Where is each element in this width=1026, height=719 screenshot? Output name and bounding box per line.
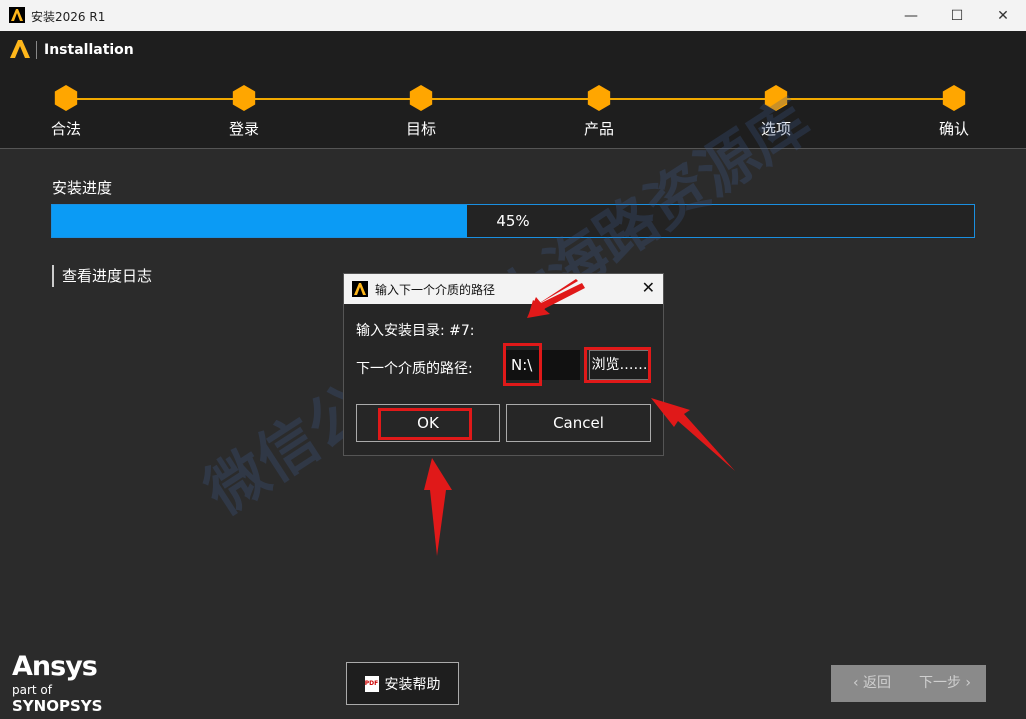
close-window-button[interactable]: ✕ [980,0,1026,31]
steps-track [65,98,954,100]
dialog-close-button[interactable]: ✕ [642,278,655,297]
app-header: Installation 合法 登录 目标 产品 选项 确认 [0,31,1026,148]
step-confirm: 确认 [919,85,989,139]
chevron-left-icon: ‹ [852,675,864,691]
step-hexagon-icon [587,85,611,111]
window-titlebar: 安装2026 R1 — ☐ ✕ [0,0,1026,31]
media-path-label: 下一个介质的路径: [356,361,473,377]
ansys-brand: Ansys part of SYNOPSYS [12,651,112,716]
path-highlight-box [503,343,542,386]
ansys-logo-icon [10,40,30,58]
synopsys-wordmark: part of SYNOPSYS [12,683,103,715]
progress-text: 45% [496,212,530,230]
maximize-icon: ☐ [950,7,964,24]
install-help-button[interactable]: PDF 安装帮助 [346,662,459,705]
window-title: 安装2026 R1 [31,10,106,24]
step-options: 选项 [741,85,811,139]
back-button[interactable]: ‹ 返回 [831,665,913,702]
step-login: 登录 [209,85,279,139]
ansys-logo-icon [9,7,25,23]
dialog-title: 输入下一个介质的路径 [375,283,496,297]
install-help-label: 安装帮助 [384,676,441,693]
browse-highlight-box [584,347,651,383]
step-target: 目标 [386,85,456,139]
step-hexagon-icon [54,85,78,111]
chevron-right-icon: › [960,675,972,691]
step-products: 产品 [564,85,634,139]
ansys-wordmark: Ansys [12,651,98,682]
step-hexagon-icon [942,85,966,111]
next-button[interactable]: 下一步 › [904,665,986,702]
progress-bar: 45% [51,204,975,238]
minimize-button[interactable]: — [888,0,934,31]
step-legal: 合法 [31,85,101,139]
dialog-titlebar: 输入下一个介质的路径 ✕ [344,274,663,304]
maximize-button[interactable]: ☐ [934,0,980,31]
close-icon: ✕ [997,7,1009,24]
ansys-logo-icon [352,281,368,297]
minimize-icon: — [904,7,918,24]
ok-highlight-box [378,408,472,440]
cancel-button[interactable]: Cancel [506,404,651,442]
progress-label: 安装进度 [52,179,113,197]
header-title: Installation [44,42,134,58]
step-hexagon-icon [232,85,256,111]
pdf-icon: PDF [364,675,379,692]
header-separator [36,41,37,59]
step-hexagon-icon [764,85,788,111]
install-dir-label: 输入安装目录: #7: [356,323,475,339]
view-log-link[interactable]: 查看进度日志 [52,265,152,287]
step-hexagon-icon [409,85,433,111]
